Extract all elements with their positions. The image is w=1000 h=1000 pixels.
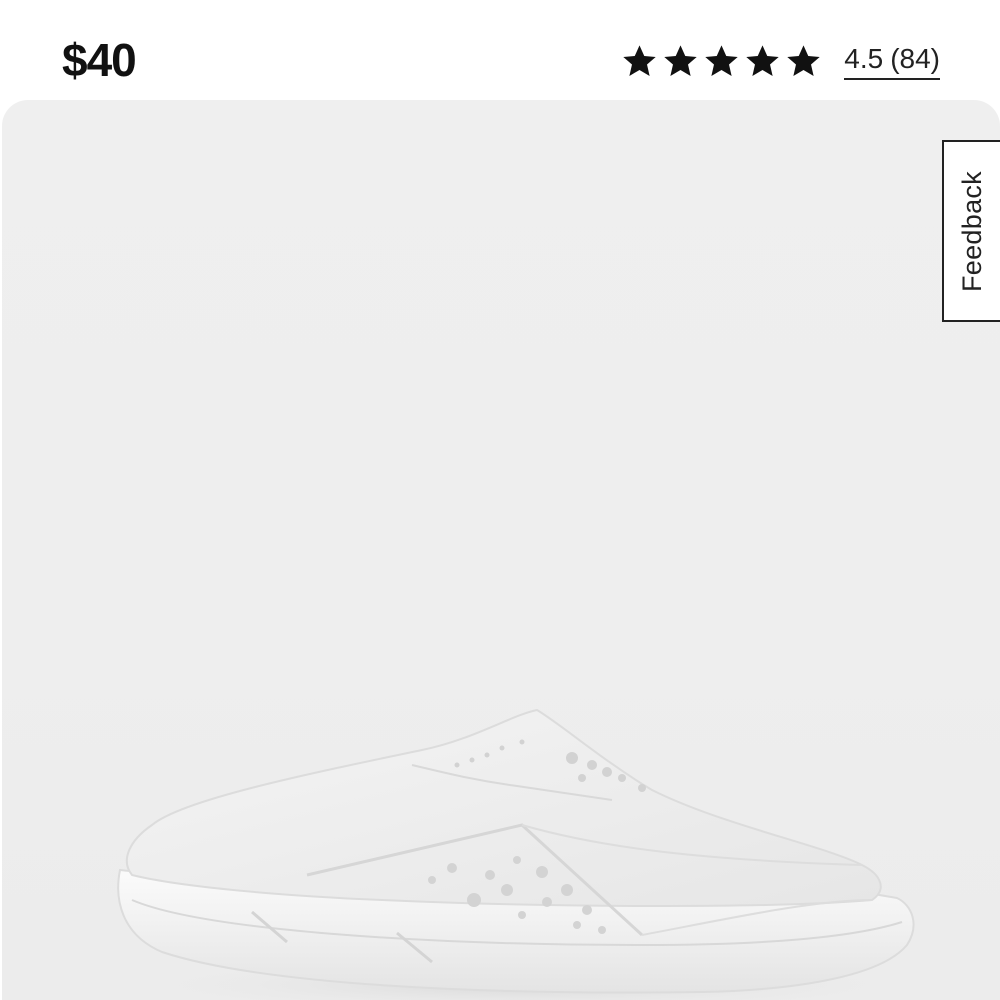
shoe-illustration	[92, 708, 952, 1000]
feedback-tab[interactable]: Feedback	[942, 140, 1000, 322]
product-image[interactable]	[2, 100, 1000, 1000]
reviews-link[interactable]: 4.5 (84)	[844, 42, 940, 80]
star-icon	[746, 44, 779, 76]
price-rating-bar: $40 4.5 (84)	[0, 0, 1000, 100]
star-icon	[664, 44, 697, 76]
star-icon	[705, 44, 738, 76]
star-icon	[623, 44, 656, 76]
product-detail-page: $40 4.5 (84) Feedback	[0, 0, 1000, 1000]
rating-stars	[621, 43, 822, 80]
product-price: $40	[62, 34, 137, 86]
feedback-label: Feedback	[956, 170, 987, 292]
product-rating: 4.5 (84)	[621, 36, 940, 86]
review-count: (84)	[890, 43, 940, 74]
rating-value: 4.5	[844, 43, 884, 74]
star-icon	[787, 44, 820, 76]
